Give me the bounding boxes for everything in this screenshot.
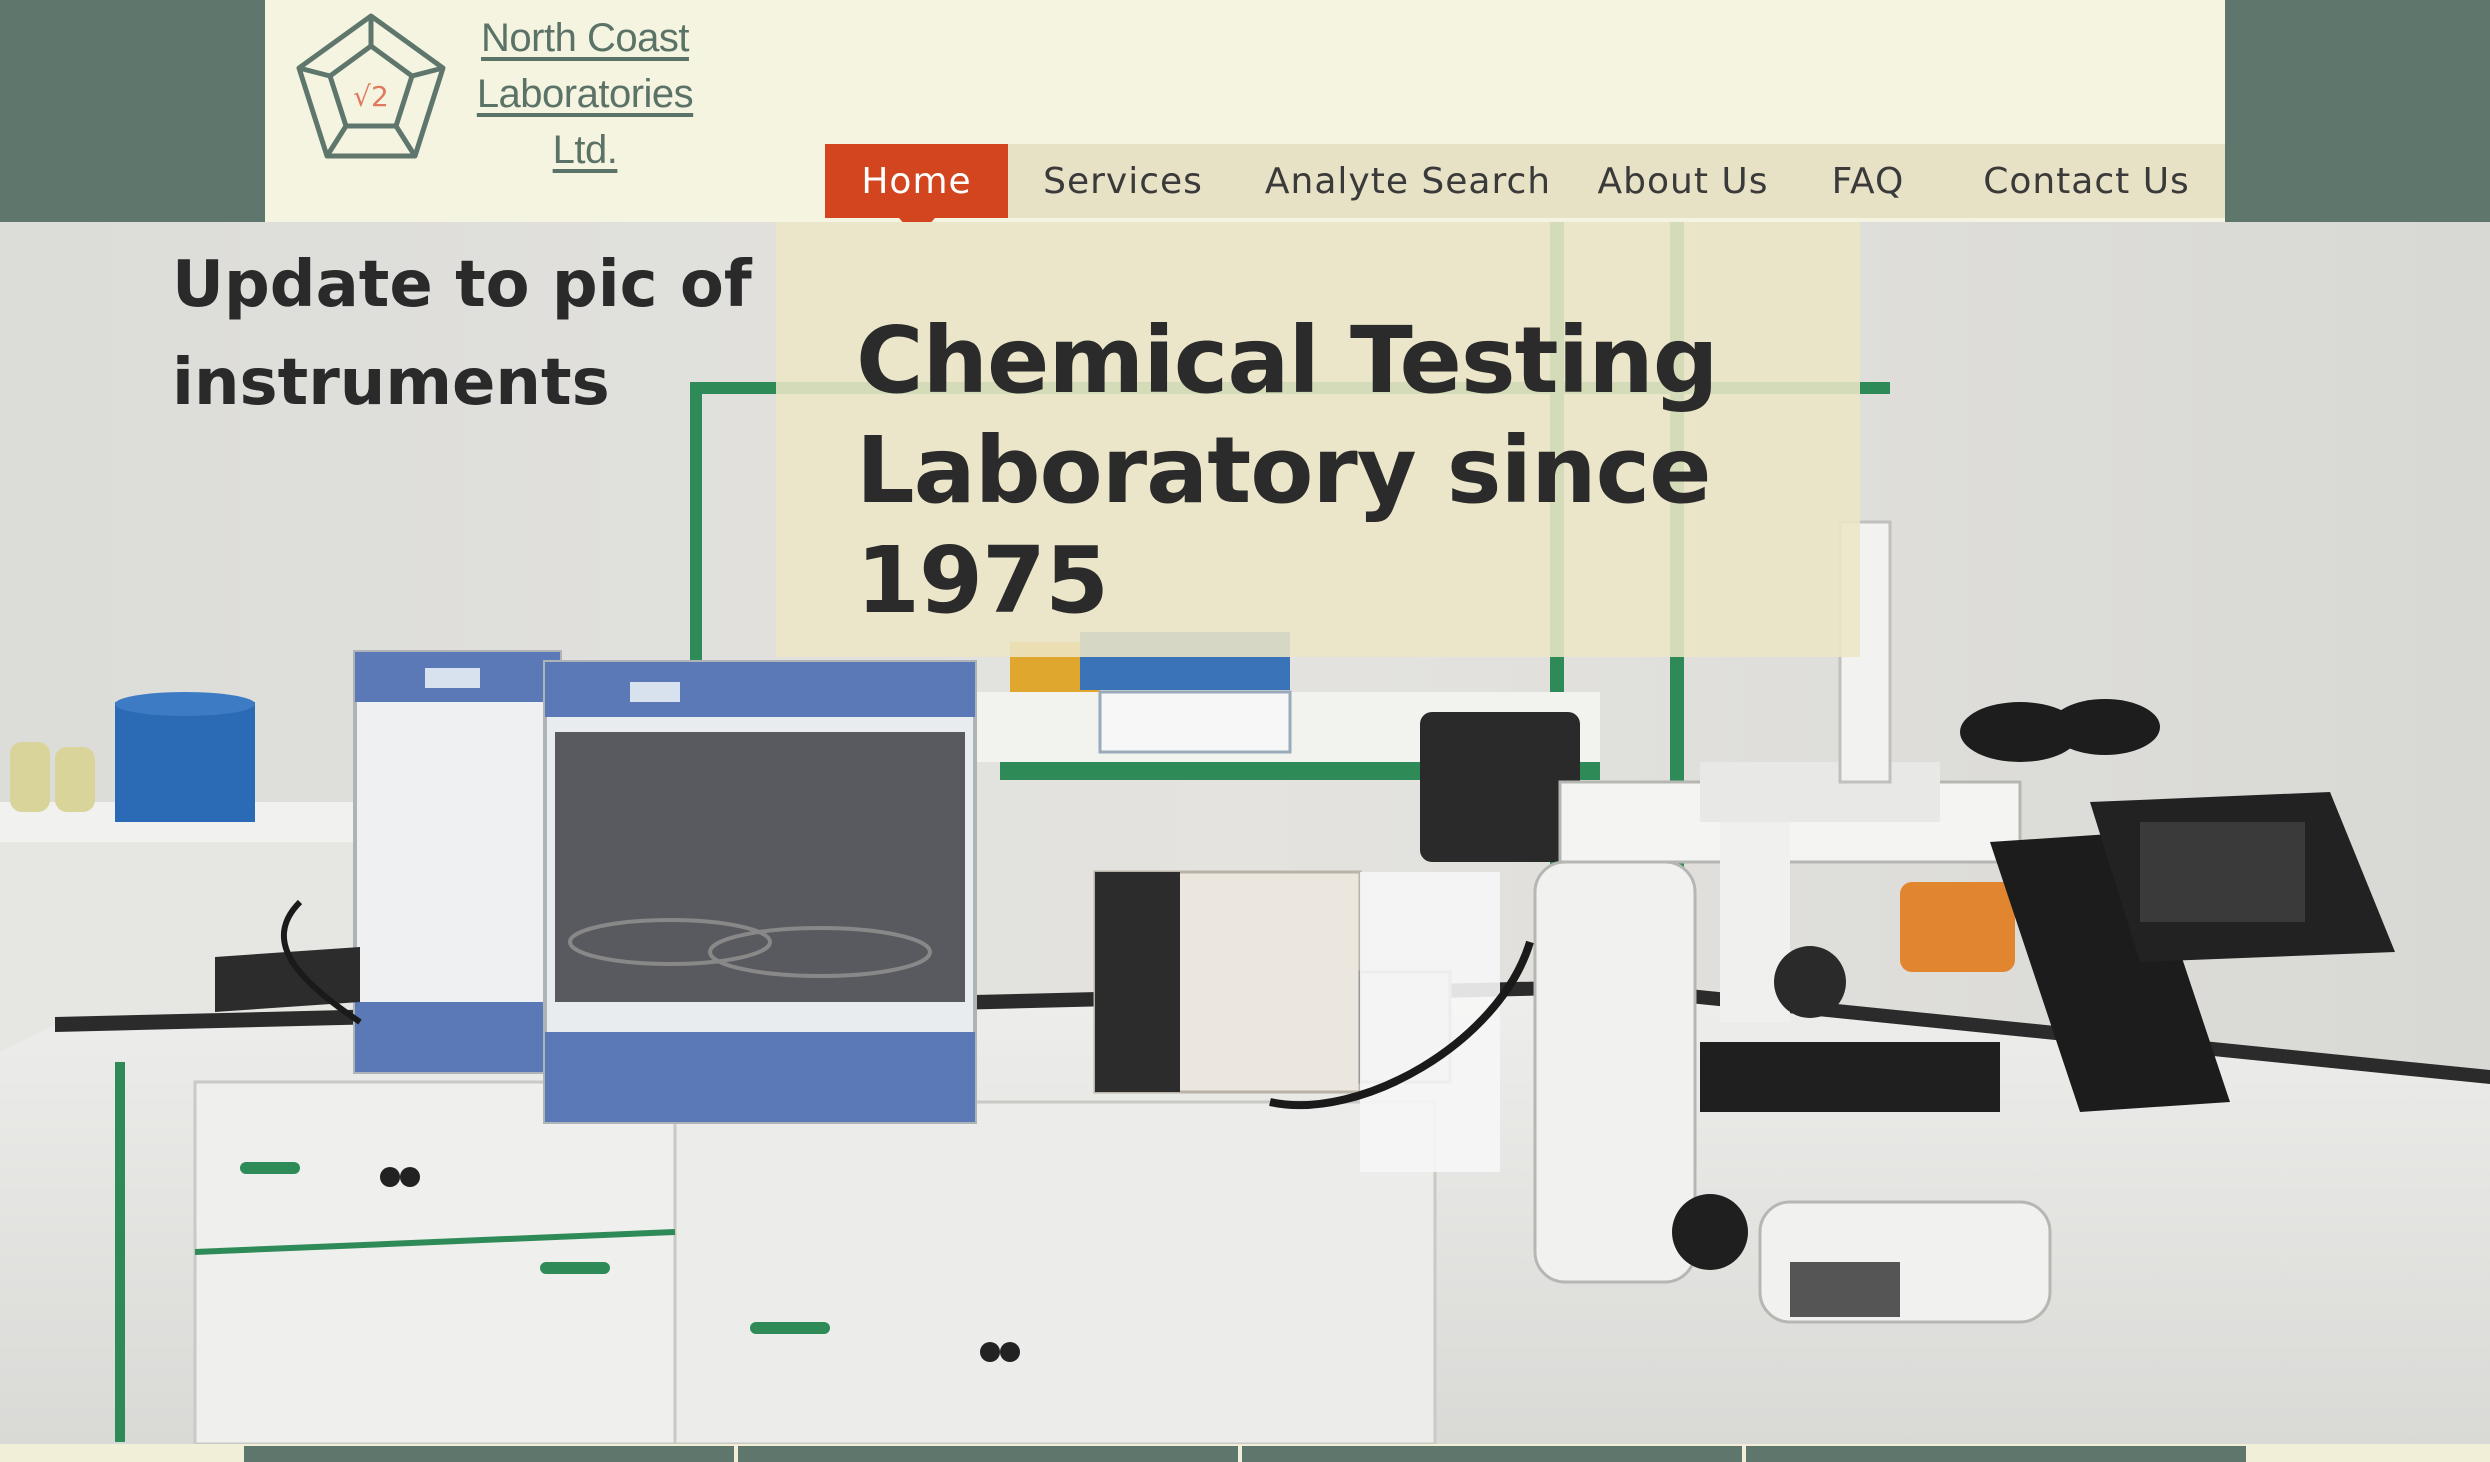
brand-name-link[interactable]: North Coast Laboratories Ltd.: [455, 10, 715, 178]
nav-item-analyte-search[interactable]: Analyte Search: [1238, 144, 1578, 218]
hero-title-box: Chemical Testing Laboratory since 1975: [776, 222, 1860, 657]
nav-item-services[interactable]: Services: [1008, 144, 1238, 218]
brand-line-2: Laboratories: [476, 72, 694, 116]
placeholder-note: Update to pic of instruments: [172, 248, 752, 420]
nav-item-about-us[interactable]: About Us: [1578, 144, 1788, 218]
nav-item-contact-us[interactable]: Contact Us: [1948, 144, 2225, 218]
header-band-right: [2225, 0, 2490, 222]
nav-item-home[interactable]: Home: [825, 144, 1008, 238]
brand-line-1: North Coast: [481, 16, 689, 60]
site-header: √2 North Coast Laboratories Ltd. Home Se…: [265, 0, 2225, 238]
hero-title: Chemical Testing Laboratory since 1975: [856, 307, 1719, 634]
brand-line-3: Ltd.: [552, 128, 618, 172]
logo-dodecahedron-icon[interactable]: √2: [289, 10, 453, 174]
main-nav: Home Services Analyte Search About Us FA…: [825, 144, 2225, 238]
footer-tab-4[interactable]: [1746, 1446, 2246, 1462]
logo-symbol: √2: [353, 80, 389, 113]
header-band-left: [0, 0, 265, 222]
footer-tab-1[interactable]: [244, 1446, 734, 1462]
footer-tab-3[interactable]: [1242, 1446, 1742, 1462]
nav-item-faq[interactable]: FAQ: [1788, 144, 1948, 218]
footer-tab-2[interactable]: [738, 1446, 1238, 1462]
hero-section: Update to pic of instruments Chemical Te…: [0, 222, 2490, 1444]
